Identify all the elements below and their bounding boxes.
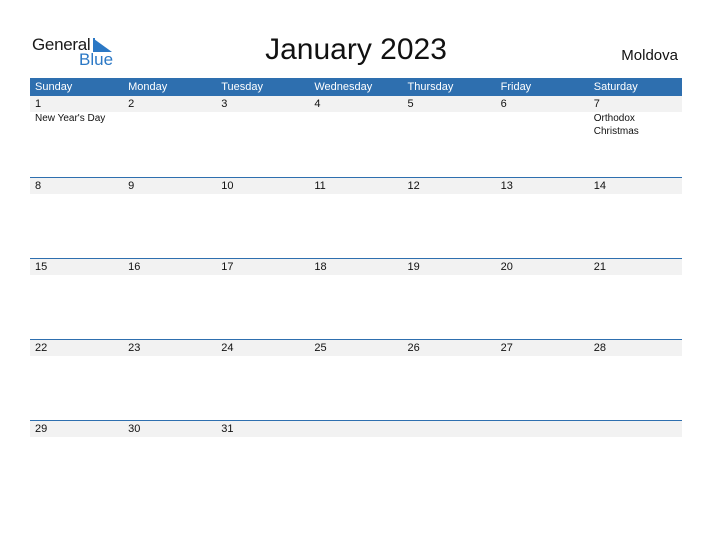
day-number <box>594 421 682 437</box>
day-number: 10 <box>221 180 234 192</box>
weekday-saturday: Saturday <box>593 81 638 93</box>
week-row: 8 9 10 11 12 13 14 <box>30 177 682 258</box>
day-number: 2 <box>128 98 135 110</box>
weekday-tuesday: Tuesday <box>221 81 264 93</box>
day-cell: 11 <box>309 178 402 194</box>
day-number: 3 <box>221 98 228 110</box>
day-number: 13 <box>500 180 513 192</box>
day-cell: 22 <box>30 340 123 356</box>
day-cell: 18 <box>309 259 402 275</box>
day-number: 26 <box>407 342 420 354</box>
day-cell: 16 <box>123 259 216 275</box>
day-number: 11 <box>314 180 326 192</box>
week-row: 29 30 31 <box>30 420 682 501</box>
week-row: 1 New Year's Day 2 3 4 5 6 7 Orthodox Christmas <box>30 96 682 177</box>
day-number: 30 <box>128 423 141 435</box>
day-cell <box>403 421 496 437</box>
country-label: Moldova <box>621 47 678 64</box>
day-number <box>501 421 589 437</box>
day-number: 19 <box>407 261 420 273</box>
day-number: 16 <box>128 261 141 273</box>
day-number: 27 <box>500 342 513 354</box>
day-cell: 20 <box>496 259 589 275</box>
weekday-header: Sunday Monday Tuesday Wednesday Thursday… <box>30 78 682 96</box>
day-cell: 7 Orthodox Christmas <box>589 96 682 138</box>
day-cell: 29 <box>30 421 123 437</box>
day-number: 8 <box>35 180 42 192</box>
day-cell: 6 <box>496 96 589 138</box>
day-number: 15 <box>35 261 48 273</box>
day-cell: 17 <box>216 259 309 275</box>
day-cell: 3 <box>216 96 309 138</box>
day-cell: 25 <box>309 340 402 356</box>
week-cells: 22 23 24 25 26 27 28 <box>30 340 682 356</box>
week-row: 15 16 17 18 19 20 21 <box>30 258 682 339</box>
day-cell: 23 <box>123 340 216 356</box>
day-number: 14 <box>593 180 606 192</box>
day-number: 12 <box>407 180 420 192</box>
day-cell: 14 <box>589 178 682 194</box>
holiday-label: Orthodox Christmas <box>593 113 639 137</box>
day-cell: 10 <box>216 178 309 194</box>
day-number: 17 <box>221 261 234 273</box>
holiday-label: New Year's Day <box>35 113 106 124</box>
day-number: 20 <box>500 261 513 273</box>
weeks-container: 1 New Year's Day 2 3 4 5 6 7 Orthodox Christmas 8… <box>30 96 682 501</box>
week-row: 22 23 24 25 26 27 28 <box>30 339 682 420</box>
week-cells: 15 16 17 18 19 20 21 <box>30 259 682 275</box>
day-cell <box>496 421 589 437</box>
weekday-wednesday: Wednesday <box>314 81 373 93</box>
day-cell: 26 <box>403 340 496 356</box>
day-cell: 8 <box>30 178 123 194</box>
day-cell: 19 <box>403 259 496 275</box>
day-cell: 1 New Year's Day <box>30 96 123 138</box>
day-cell: 28 <box>589 340 682 356</box>
weekday-thursday: Thursday <box>407 81 454 93</box>
day-number: 23 <box>128 342 141 354</box>
day-cell <box>589 421 682 437</box>
day-cell: 9 <box>123 178 216 194</box>
day-cell: 2 <box>123 96 216 138</box>
day-cell: 27 <box>496 340 589 356</box>
day-number: 5 <box>407 98 414 110</box>
day-cell: 13 <box>496 178 589 194</box>
day-number: 29 <box>35 423 48 435</box>
day-cell: 31 <box>216 421 309 437</box>
day-number: 22 <box>35 342 48 354</box>
day-number: 7 <box>593 98 600 110</box>
day-number <box>408 421 496 437</box>
calendar-title: January 2023 <box>265 33 447 66</box>
day-number: 18 <box>314 261 327 273</box>
weekday-monday: Monday <box>128 81 168 93</box>
day-number: 24 <box>221 342 234 354</box>
day-number: 6 <box>500 98 507 110</box>
day-number: 28 <box>593 342 606 354</box>
day-number: 25 <box>314 342 327 354</box>
day-cell: 15 <box>30 259 123 275</box>
day-number: 9 <box>128 180 135 192</box>
day-cell <box>309 421 402 437</box>
day-cell: 4 <box>309 96 402 138</box>
week-cells: 8 9 10 11 12 13 14 <box>30 178 682 194</box>
day-number: 1 <box>35 98 42 110</box>
week-cells: 29 30 31 <box>30 421 682 437</box>
weekday-friday: Friday <box>500 81 532 93</box>
day-number: 4 <box>314 98 321 110</box>
day-number: 31 <box>221 423 234 435</box>
calendar-grid: Sunday Monday Tuesday Wednesday Thursday… <box>30 78 682 501</box>
weekday-sunday: Sunday <box>35 81 73 93</box>
day-cell: 12 <box>403 178 496 194</box>
day-number: 21 <box>593 261 606 273</box>
day-cell: 5 <box>403 96 496 138</box>
day-cell: 30 <box>123 421 216 437</box>
week-cells: 1 New Year's Day 2 3 4 5 6 7 Orthodox Christmas <box>30 96 682 138</box>
day-cell: 24 <box>216 340 309 356</box>
day-cell: 21 <box>589 259 682 275</box>
day-number <box>314 421 402 437</box>
